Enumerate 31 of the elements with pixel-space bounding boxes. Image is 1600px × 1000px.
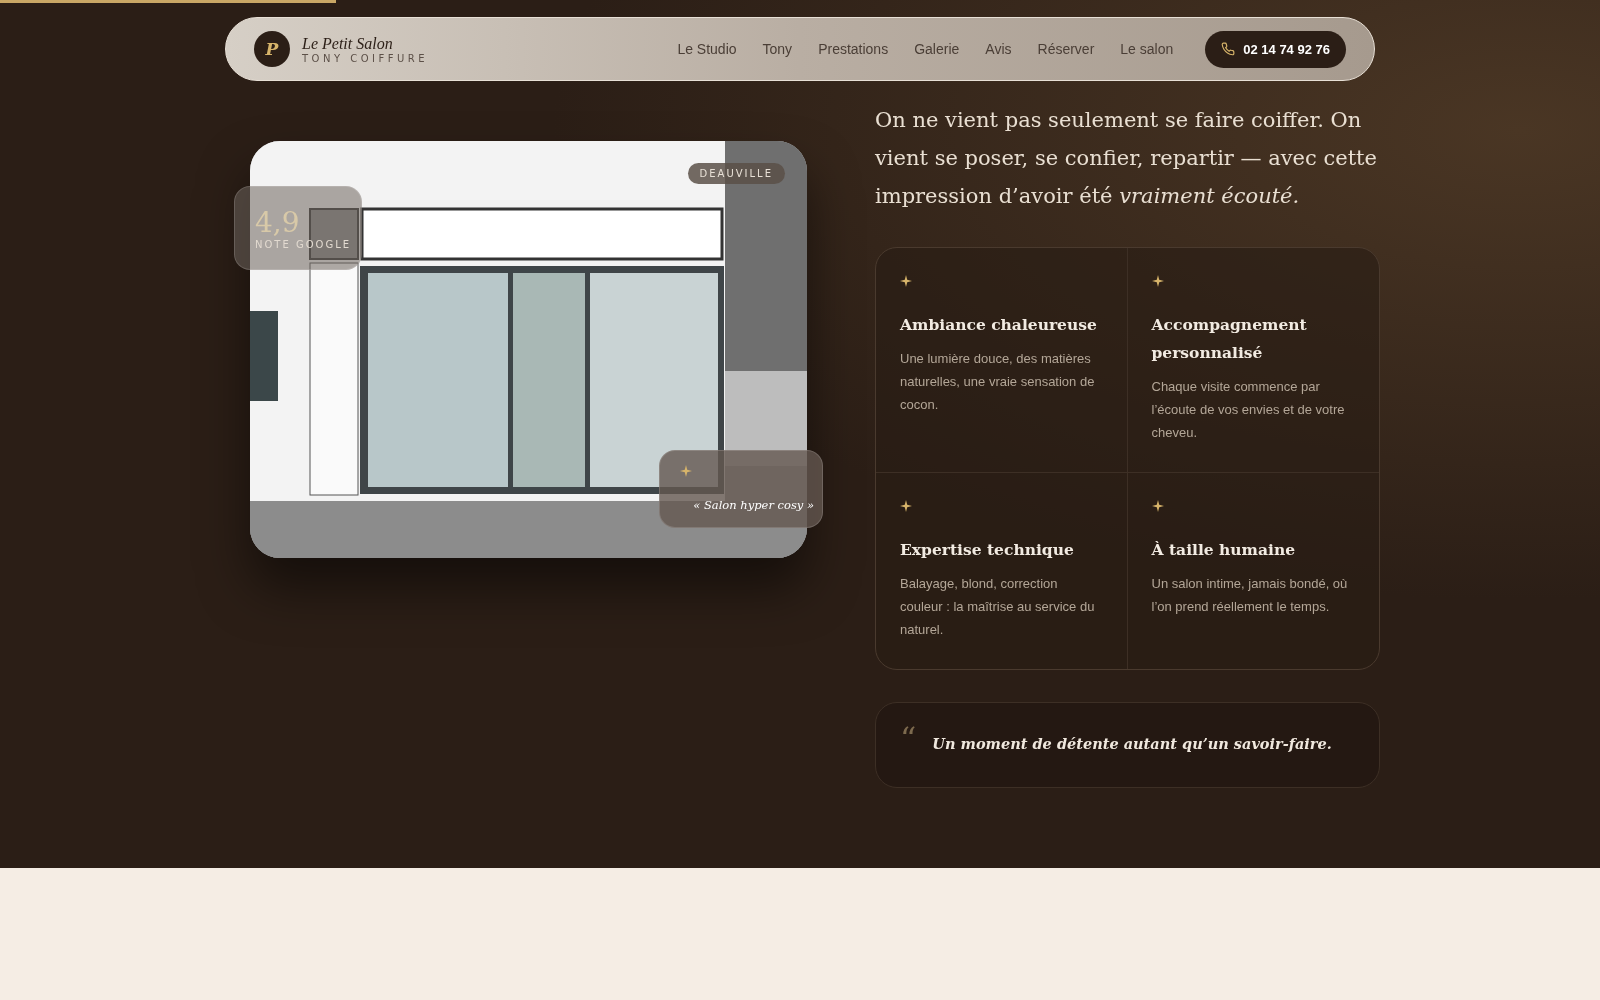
quote-mark: “ — [900, 725, 917, 753]
feature-text: Un salon intime, jamais bondé, où l’on prend réellement le temps. — [1151, 575, 1349, 616]
phone-icon — [1221, 42, 1236, 56]
sparkle-icon — [1151, 500, 1164, 512]
feature-title: Accompagnement personnalisé — [1151, 314, 1308, 364]
review-quote: « Salon hyper cosy » — [692, 497, 814, 513]
feature-title: Ambiance chaleureuse — [900, 314, 1098, 336]
location-tag: DEAUVILLE — [687, 163, 785, 184]
rating-label: NOTE GOOGLE — [255, 239, 353, 250]
feature-title: À taille humaine — [1151, 539, 1297, 561]
brand-name: Le Petit Salon — [302, 34, 394, 53]
nav-link[interactable]: Prestations — [818, 41, 889, 57]
feature-text: Chaque visite commence par l’écoute de vos envies et de votre cheveu. — [1151, 378, 1346, 442]
phone-button[interactable]: 02 14 74 92 76 — [1205, 30, 1346, 68]
sparkle-icon — [900, 275, 912, 287]
sparkle-icon — [680, 465, 692, 477]
nav-link[interactable]: Le Studio — [677, 41, 737, 57]
feature-text: Une lumière douce, des matières naturelles, une vraie sensation de cocon. — [900, 350, 1096, 414]
feature-text: Balayage, blond, correction couleur : la maîtrise au service du naturel. — [900, 575, 1096, 639]
intro-paragraph: On ne vient pas seulement se faire coiffer. On vient se poser, se confier, repartir — avec cette impression d’avoir été vraiment écouté. — [875, 107, 1378, 210]
nav-link[interactable]: Le salon — [1120, 41, 1174, 57]
nav-link[interactable]: Galerie — [914, 41, 960, 57]
nav-link[interactable]: Tony — [762, 41, 793, 57]
brand-tagline: TONY COIFFURE — [302, 52, 429, 64]
nav-link[interactable]: Réserver — [1037, 41, 1095, 57]
feature-title: Expertise technique — [900, 539, 1075, 561]
quote-text: Un moment de détente autant qu’un savoir-faire. — [932, 735, 1332, 752]
logo-badge[interactable]: P — [254, 31, 290, 67]
nav-link[interactable]: Avis — [985, 41, 1012, 57]
sparkle-icon — [900, 500, 912, 512]
sparkle-icon — [1151, 275, 1164, 287]
